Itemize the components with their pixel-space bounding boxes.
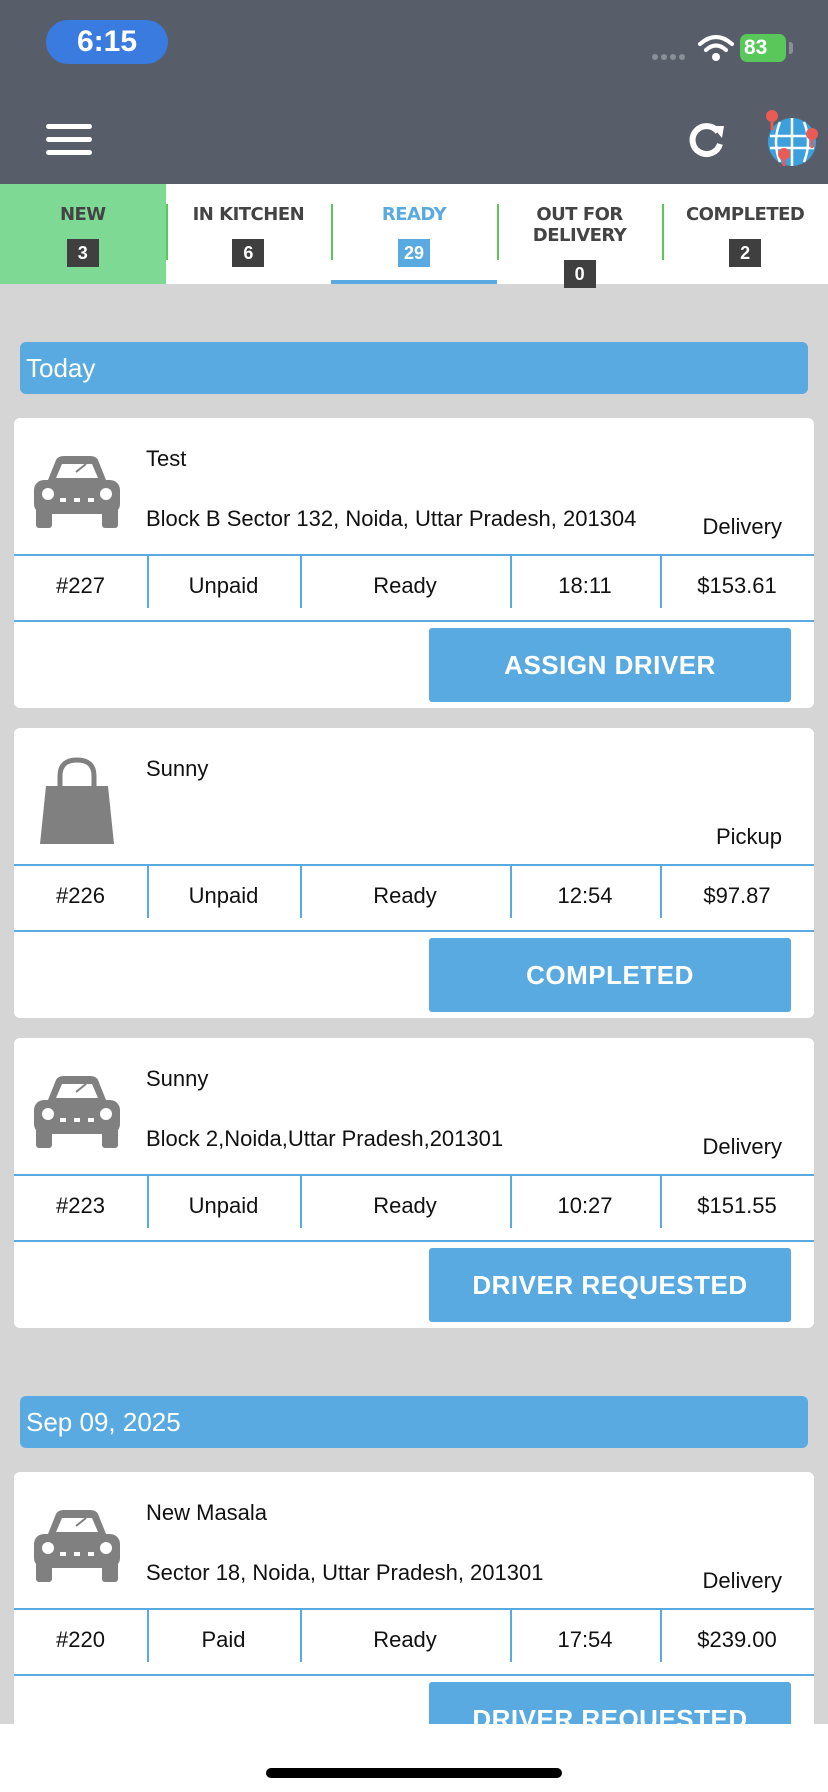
tab-out-for-delivery[interactable]: OUT FOR DELIVERY 0 (496, 184, 663, 288)
customer-name: New Masala (146, 1500, 268, 1525)
car-icon (34, 456, 120, 528)
shopping-bag-icon (40, 757, 114, 844)
order-status: Ready (300, 556, 510, 620)
order-card[interactable]: New Masala Sector 18, Noida, Uttar Prade… (14, 1472, 814, 1724)
customer-address: Sector 18, Noida, Uttar Pradesh, 201301 (146, 1560, 544, 1585)
car-icon (34, 1510, 120, 1582)
order-time: 18:11 (510, 556, 660, 620)
home-indicator-area (0, 1724, 828, 1792)
tab-label: NEW (59, 204, 106, 225)
tab-count-badge: 6 (232, 239, 265, 267)
payment-status: Paid (147, 1610, 300, 1674)
order-card[interactable]: Sunny Pickup #226 Unpaid Ready 12:54 $97… (14, 728, 814, 1018)
car-icon (34, 1076, 120, 1148)
globe-map-icon[interactable] (762, 108, 818, 168)
order-time: 17:54 (510, 1610, 660, 1674)
tab-label: OUT FOR DELIVERY (532, 204, 627, 246)
tab-label: IN KITCHEN (192, 204, 305, 225)
customer-name: Sunny (146, 756, 209, 781)
driver-requested-button[interactable]: DRIVER REQUESTED (429, 1248, 791, 1322)
cellular-signal-icon (652, 54, 685, 60)
order-amount: $239.00 (660, 1610, 814, 1674)
order-card[interactable]: Test Block B Sector 132, Noida, Uttar Pr… (14, 418, 814, 708)
tab-label: COMPLETED (685, 204, 805, 225)
customer-name: Test (146, 446, 187, 471)
status-time: 6:15 (46, 20, 168, 64)
tab-label: READY (381, 204, 447, 225)
driver-requested-button[interactable]: DRIVER REQUESTED (429, 1682, 791, 1724)
tab-ready[interactable]: READY 29 (331, 184, 497, 284)
battery-cap (789, 42, 793, 54)
order-amount: $151.55 (660, 1176, 814, 1240)
payment-status: Unpaid (147, 866, 300, 930)
home-indicator[interactable] (266, 1768, 562, 1778)
battery-level: 83 (744, 36, 768, 59)
order-type: Delivery (702, 1134, 782, 1159)
app-header: 6:15 83 (0, 0, 828, 184)
order-info-row: #226 Unpaid Ready 12:54 $97.87 (14, 864, 814, 932)
tab-in-kitchen[interactable]: IN KITCHEN 6 (165, 184, 332, 284)
order-time: 10:27 (510, 1176, 660, 1240)
order-status: Ready (300, 1176, 510, 1240)
refresh-icon[interactable] (686, 120, 726, 160)
order-amount: $97.87 (660, 866, 814, 930)
order-status: Ready (300, 1610, 510, 1674)
order-type: Pickup (715, 824, 782, 849)
tab-count-badge: 2 (729, 239, 762, 267)
customer-name: Sunny (146, 1066, 209, 1091)
order-type: Delivery (702, 1568, 782, 1593)
order-status: Ready (300, 866, 510, 930)
tab-count-badge: 29 (397, 239, 430, 267)
order-number: #223 (56, 1193, 105, 1218)
order-info-row: #223 Unpaid Ready 10:27 $151.55 (14, 1174, 814, 1242)
order-type: Delivery (702, 514, 782, 539)
order-info-row: #220 Paid Ready 17:54 $239.00 (14, 1608, 814, 1676)
order-number: #226 (56, 883, 105, 908)
hamburger-menu-icon[interactable] (46, 124, 92, 156)
orders-list[interactable]: Today Test Block B Sector 132, Noida, Ut… (0, 284, 828, 1724)
payment-status: Unpaid (147, 1176, 300, 1240)
customer-address: Block 2,Noida,Uttar Pradesh,201301 (146, 1126, 504, 1151)
completed-button[interactable]: COMPLETED (429, 938, 791, 1012)
order-amount: $153.61 (660, 556, 814, 620)
date-section-header: Today (20, 342, 808, 394)
wifi-icon (698, 35, 734, 61)
order-info-row: #227 Unpaid Ready 18:11 $153.61 (14, 554, 814, 622)
date-section-header: Sep 09, 2025 (20, 1396, 808, 1448)
order-time: 12:54 (510, 866, 660, 930)
order-status-tabs: NEW 3 IN KITCHEN 6 READY 29 OUT FOR DELI… (0, 184, 828, 288)
order-number: #227 (56, 573, 105, 598)
customer-address: Block B Sector 132, Noida, Uttar Pradesh… (146, 506, 637, 531)
assign-driver-button[interactable]: ASSIGN DRIVER (429, 628, 791, 702)
payment-status: Unpaid (147, 556, 300, 620)
battery-indicator: 83 (740, 34, 786, 62)
tab-completed[interactable]: COMPLETED 2 (662, 184, 828, 284)
tab-count-badge: 3 (66, 239, 99, 267)
order-card[interactable]: Sunny Block 2,Noida,Uttar Pradesh,201301… (14, 1038, 814, 1328)
order-number: #220 (56, 1627, 105, 1652)
tab-new[interactable]: NEW 3 (0, 184, 166, 284)
